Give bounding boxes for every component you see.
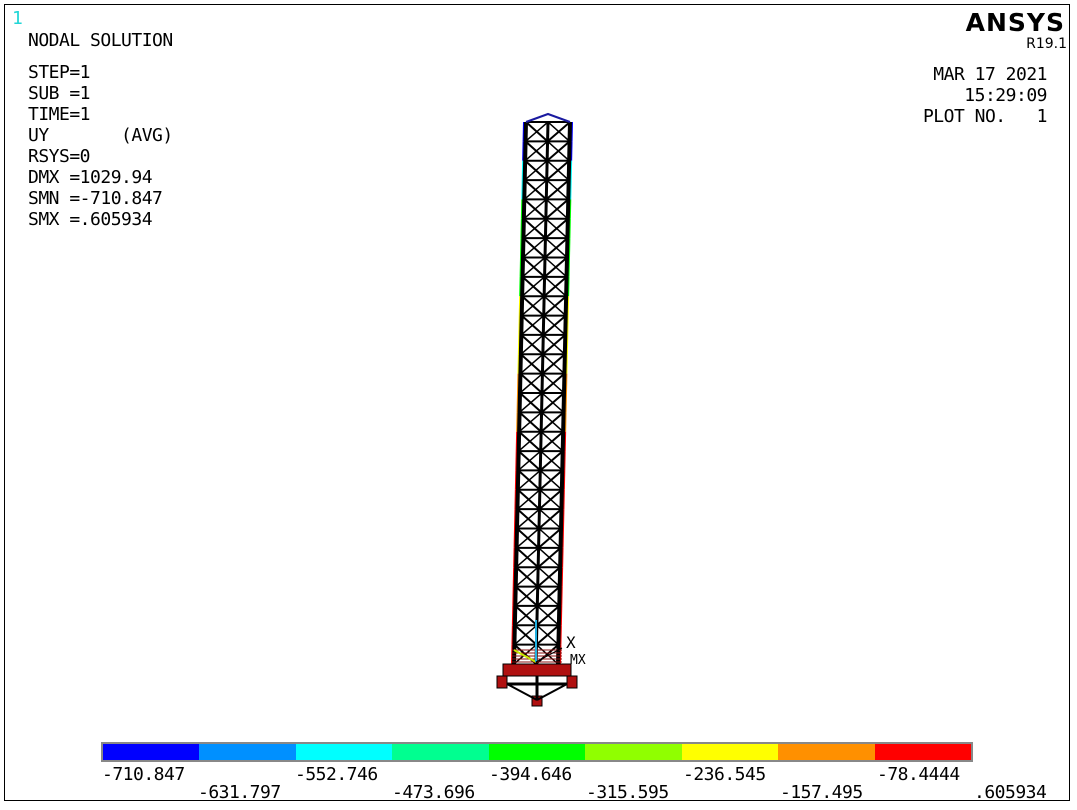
legend-value: -157.495 — [780, 782, 863, 803]
contour-legend — [101, 742, 973, 762]
triad-x-label: X — [566, 633, 576, 652]
lattice-tower — [511, 112, 573, 665]
legend-value: -315.595 — [586, 782, 669, 803]
legend-swatch — [681, 744, 779, 760]
legend-swatch — [199, 744, 296, 760]
legend-value: -552.746 — [295, 764, 378, 785]
legend-value: -631.797 — [198, 782, 281, 803]
tower-model: X MX — [496, 112, 586, 707]
legend-value: -394.646 — [489, 764, 572, 785]
tower-cap — [525, 112, 571, 123]
legend-swatch — [488, 744, 586, 760]
legend-value: .605934 — [974, 782, 1047, 803]
legend-swatch — [585, 744, 682, 760]
legend-swatch — [874, 744, 971, 760]
legend-swatch — [103, 744, 200, 760]
legend-value: -473.696 — [392, 782, 475, 803]
legend-value: -710.847 — [102, 764, 185, 785]
base-structure — [496, 663, 578, 707]
max-marker-label: MX — [570, 653, 586, 668]
legend-swatch — [295, 744, 393, 760]
legend-value: -78.4444 — [877, 764, 960, 785]
legend-swatch — [392, 744, 489, 760]
legend-value: -236.545 — [683, 764, 766, 785]
legend-swatch — [778, 744, 875, 760]
